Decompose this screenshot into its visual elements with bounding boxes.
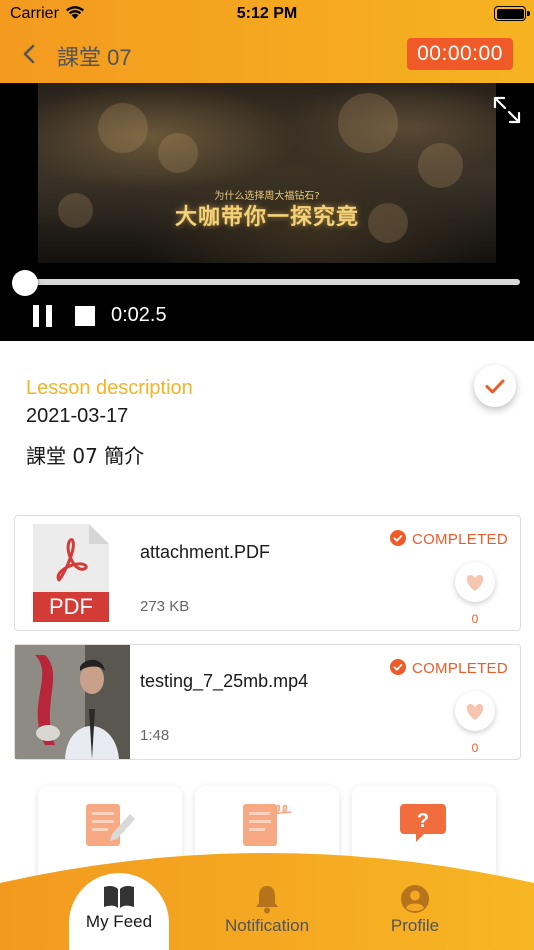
- battery-icon: [494, 6, 530, 21]
- header-bar: Carrier 5:12 PM 課堂 07 00:00:00: [0, 0, 534, 83]
- score-100-icon: [243, 803, 292, 846]
- heart-icon: [466, 575, 484, 591]
- pause-icon[interactable]: [33, 305, 53, 327]
- completed-badge: COMPLETED: [389, 659, 508, 677]
- like-button[interactable]: [455, 691, 495, 731]
- playback-time: 0:02.5: [111, 304, 167, 326]
- seek-bar-handle[interactable]: [12, 270, 38, 296]
- question-bubble-icon: ?: [400, 804, 446, 842]
- attachment-title: testing_7_25mb.mp4: [140, 671, 309, 691]
- lesson-description-section: Lesson description 2021-03-17 課堂 07 簡介: [26, 377, 193, 469]
- complete-lesson-button[interactable]: [474, 365, 516, 407]
- like-count: 0: [471, 612, 479, 626]
- attachment-card-video[interactable]: testing_7_25mb.mp4 1:48 COMPLETED 0: [14, 644, 521, 760]
- pdf-thumbnail: PDF: [15, 516, 130, 630]
- check-circle-icon: [389, 530, 406, 546]
- checkmark-icon: [485, 379, 505, 394]
- edit-notes-icon: [86, 804, 135, 846]
- status-bar: Carrier 5:12 PM: [0, 0, 534, 28]
- completed-badge: COMPLETED: [389, 530, 508, 548]
- tab-notification[interactable]: Notification: [212, 884, 322, 936]
- attachment-size: 273 KB: [140, 598, 190, 615]
- video-player[interactable]: 为什么选择周大福钻石? 大咖带你一探究竟 0:02.5: [0, 83, 534, 341]
- stop-icon[interactable]: [75, 306, 95, 326]
- fullscreen-expand-icon[interactable]: [492, 95, 522, 125]
- tab-notification-label: Notification: [224, 916, 310, 935]
- heart-icon: [466, 704, 484, 720]
- completed-label: COMPLETED: [411, 660, 508, 677]
- attachment-duration: 1:48: [140, 727, 170, 744]
- session-timer: 00:00:00: [407, 38, 513, 70]
- tab-my-feed[interactable]: My Feed: [69, 884, 169, 932]
- completed-label: COMPLETED: [411, 531, 508, 548]
- attachment-card-pdf[interactable]: PDF attachment.PDF 273 KB COMPLETED 0: [14, 515, 521, 631]
- like-button[interactable]: [455, 562, 495, 602]
- pdf-badge: PDF: [33, 592, 109, 622]
- page-title: 課堂 07: [57, 45, 132, 70]
- acrobat-icon: [56, 538, 88, 582]
- book-icon: [104, 885, 134, 908]
- tab-profile-label: Profile: [390, 916, 440, 935]
- tab-profile[interactable]: Profile: [375, 884, 455, 936]
- video-caption: 大咖带你一探究竟: [174, 205, 359, 230]
- tab-my-feed-label: My Feed: [85, 912, 153, 931]
- lesson-date: 2021-03-17: [26, 405, 129, 427]
- lesson-description-text: 課堂 07 簡介: [26, 444, 145, 468]
- like-count: 0: [471, 741, 479, 755]
- video-thumbnail: [15, 645, 130, 759]
- user-circle-icon: [401, 885, 429, 913]
- lesson-description-label: Lesson description: [26, 377, 193, 399]
- back-chevron-icon[interactable]: [18, 40, 42, 68]
- video-frame: [38, 83, 496, 263]
- status-time: 5:12 PM: [236, 5, 298, 22]
- check-circle-icon: [389, 659, 406, 675]
- svg-text:?: ?: [417, 810, 429, 832]
- bell-icon: [256, 886, 278, 914]
- attachment-title: attachment.PDF: [140, 542, 271, 562]
- seek-bar-track[interactable]: [22, 279, 520, 285]
